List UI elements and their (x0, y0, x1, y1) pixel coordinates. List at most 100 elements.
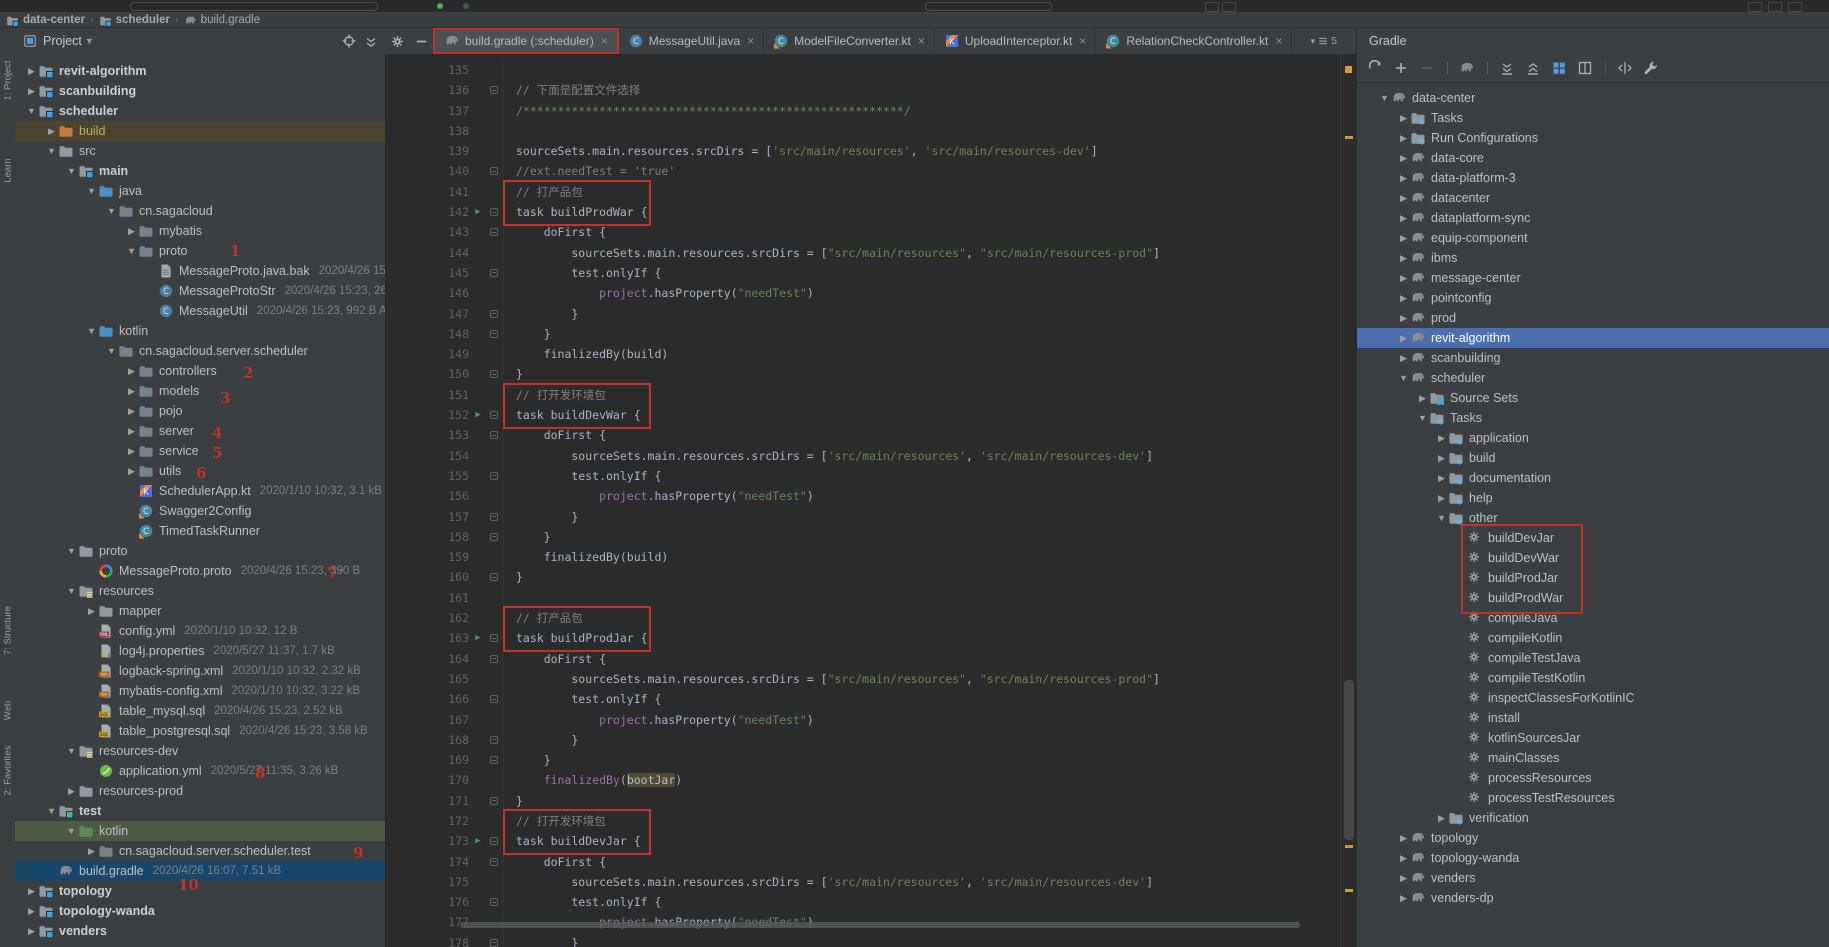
tool-stripe-button[interactable]: 2: Favorites (3, 741, 14, 801)
tool-stripe-button[interactable]: 7: Structure (3, 601, 14, 661)
fold-marker-icon[interactable] (487, 324, 503, 344)
project-tree-row[interactable]: ▼kotlin (15, 321, 385, 341)
fold-marker-icon[interactable] (487, 689, 503, 709)
chevron-expanded-icon[interactable]: ▼ (25, 106, 38, 116)
gradle-tree-row[interactable]: ▶ibms (1357, 248, 1829, 268)
code-line[interactable]: 171} (385, 791, 1340, 811)
chevron-collapsed-icon[interactable]: ▶ (1397, 873, 1410, 884)
tool-stripe-button[interactable]: Learn (3, 141, 14, 201)
run-task-icon[interactable]: ▶ (469, 831, 487, 851)
chevron-collapsed-icon[interactable]: ▶ (125, 426, 138, 437)
gradle-tree-row[interactable]: ▶Run Configurations (1357, 128, 1829, 148)
fold-marker-icon[interactable] (487, 222, 503, 242)
code-line[interactable]: 176 test.onlyIf { (385, 892, 1340, 912)
fold-marker-icon[interactable] (487, 831, 503, 851)
chevron-expanded-icon[interactable]: ▼ (65, 546, 78, 556)
code-line[interactable]: 166 test.onlyIf { (385, 689, 1340, 709)
project-tree-row[interactable]: ▶revit-algorithm (15, 61, 385, 81)
gradle-tree-row[interactable]: ▶venders (1357, 868, 1829, 888)
code-line[interactable]: 175 sourceSets.main.resources.srcDirs = … (385, 872, 1340, 892)
code-line[interactable]: 159 finalizedBy(build) (385, 547, 1340, 567)
code-line[interactable]: 161 (385, 588, 1340, 608)
collapse-all-icon[interactable] (363, 33, 379, 49)
fold-marker-icon[interactable] (487, 364, 503, 384)
chevron-collapsed-icon[interactable]: ▶ (1416, 393, 1429, 404)
breadcrumb-item[interactable]: build.gradle (184, 13, 260, 26)
chevron-expanded-icon[interactable]: ▼ (1416, 413, 1429, 423)
chevron-expanded-icon[interactable]: ▼ (65, 826, 78, 836)
project-tree-row[interactable]: ▶service (15, 441, 385, 461)
code-line[interactable]: 150} (385, 364, 1340, 384)
gradle-tree-row[interactable]: ▼other (1357, 508, 1829, 528)
chevron-collapsed-icon[interactable]: ▶ (1397, 153, 1410, 164)
fold-marker-icon[interactable] (487, 730, 503, 750)
chevron-collapsed-icon[interactable]: ▶ (1397, 293, 1410, 304)
project-tree-row[interactable]: ▼proto (15, 541, 385, 561)
gradle-tree-row[interactable]: compileJava (1357, 608, 1829, 628)
tool-stripe-button[interactable]: 1: Project (3, 51, 14, 111)
chevron-expanded-icon[interactable]: ▼ (105, 206, 118, 216)
code-line[interactable]: 138 (385, 121, 1340, 141)
close-icon[interactable]: × (1275, 34, 1282, 48)
fold-marker-icon[interactable] (487, 425, 503, 445)
code-line[interactable]: 140//ext.needTest = 'true' (385, 161, 1340, 181)
tool-stripe-button[interactable]: Web (3, 681, 14, 741)
code-line[interactable]: 147 } (385, 304, 1340, 324)
chevron-collapsed-icon[interactable]: ▶ (1435, 473, 1448, 484)
project-tree-row[interactable]: ▶topology-wanda (15, 901, 385, 921)
gradle-tree-row[interactable]: buildDevWar (1357, 548, 1829, 568)
project-tree-row[interactable]: ▼cn.sagacloud.server.scheduler (15, 341, 385, 361)
editor-tab[interactable]: KUploadInterceptor.kt× (935, 28, 1096, 54)
columns-icon[interactable] (1577, 60, 1594, 77)
chevron-collapsed-icon[interactable]: ▶ (1397, 273, 1410, 284)
project-tree-row[interactable]: SQLtable_mysql.sql2020/4/26 15:23, 2.52 … (15, 701, 385, 721)
gradle-tree-row[interactable]: buildDevJar (1357, 528, 1829, 548)
fold-marker-icon[interactable] (487, 892, 503, 912)
fold-marker-icon[interactable] (487, 527, 503, 547)
project-tree-row[interactable]: ▶models (15, 381, 385, 401)
project-tree-row[interactable]: ▶scanbuilding (15, 81, 385, 101)
wrench-icon[interactable] (1643, 60, 1660, 77)
chevron-collapsed-icon[interactable]: ▶ (1435, 493, 1448, 504)
chevron-expanded-icon[interactable]: ▼ (65, 586, 78, 596)
stripe-mark[interactable] (1345, 845, 1353, 848)
run-task-icon[interactable]: ▶ (469, 405, 487, 425)
code-line[interactable]: 154 sourceSets.main.resources.srcDirs = … (385, 446, 1340, 466)
project-tree-row[interactable]: YMLconfig.yml2020/1/10 10:32, 12 B (15, 621, 385, 641)
gradle-tree-row[interactable]: ▼scheduler (1357, 368, 1829, 388)
chevron-expanded-icon[interactable]: ▼ (45, 146, 58, 156)
chevron-expanded-icon[interactable]: ▼ (125, 246, 138, 256)
project-tree-row[interactable]: ▼java (15, 181, 385, 201)
stripe-mark[interactable] (1345, 66, 1352, 73)
chevron-expanded-icon[interactable]: ▼ (85, 186, 98, 196)
project-tree-row[interactable]: SQLtable_postgresql.sql2020/4/26 15:23, … (15, 721, 385, 741)
expandall-icon[interactable] (1499, 60, 1516, 77)
project-tree-row[interactable]: MessageProto.java.bak2020/4/26 15:23, 24… (15, 261, 385, 281)
hidden-tabs-button[interactable]: ▾ 5 (1311, 28, 1337, 54)
chevron-collapsed-icon[interactable]: ▶ (1397, 853, 1410, 864)
gear-icon[interactable] (385, 28, 409, 54)
chevron-collapsed-icon[interactable]: ▶ (25, 66, 38, 77)
code-line[interactable]: 155 test.onlyIf { (385, 466, 1340, 486)
gradle-tree-row[interactable]: ▶dataplatform-sync (1357, 208, 1829, 228)
editor-horizontal-scrollbar[interactable] (460, 922, 1300, 928)
editor-tab[interactable]: CMessageUtil.java× (619, 28, 764, 54)
chevron-collapsed-icon[interactable]: ▶ (1397, 133, 1410, 144)
gradle-tree-row[interactable]: processResources (1357, 768, 1829, 788)
gradle-tree-row[interactable]: ▼data-center (1357, 88, 1829, 108)
code-line[interactable]: 149 finalizedBy(build) (385, 344, 1340, 364)
fold-marker-icon[interactable] (487, 750, 503, 770)
fold-marker-icon[interactable] (487, 649, 503, 669)
chevron-collapsed-icon[interactable]: ▶ (25, 886, 38, 897)
project-panel-title[interactable]: Project (43, 34, 82, 48)
code-line[interactable]: 168 } (385, 730, 1340, 750)
fold-marker-icon[interactable] (487, 933, 503, 947)
chevron-collapsed-icon[interactable]: ▶ (1397, 173, 1410, 184)
gradle-tree-row[interactable]: buildProdWar (1357, 588, 1829, 608)
gradle-tree-row[interactable]: mainClasses (1357, 748, 1829, 768)
chevron-collapsed-icon[interactable]: ▶ (1397, 893, 1410, 904)
refresh-icon[interactable] (1367, 60, 1384, 77)
chevron-collapsed-icon[interactable]: ▶ (125, 466, 138, 477)
project-tree-row[interactable]: ▶cn.sagacloud.server.scheduler.test (15, 841, 385, 861)
project-tree-row[interactable]: CMessageUtil2020/4/26 15:23, 992 B A min… (15, 301, 385, 321)
